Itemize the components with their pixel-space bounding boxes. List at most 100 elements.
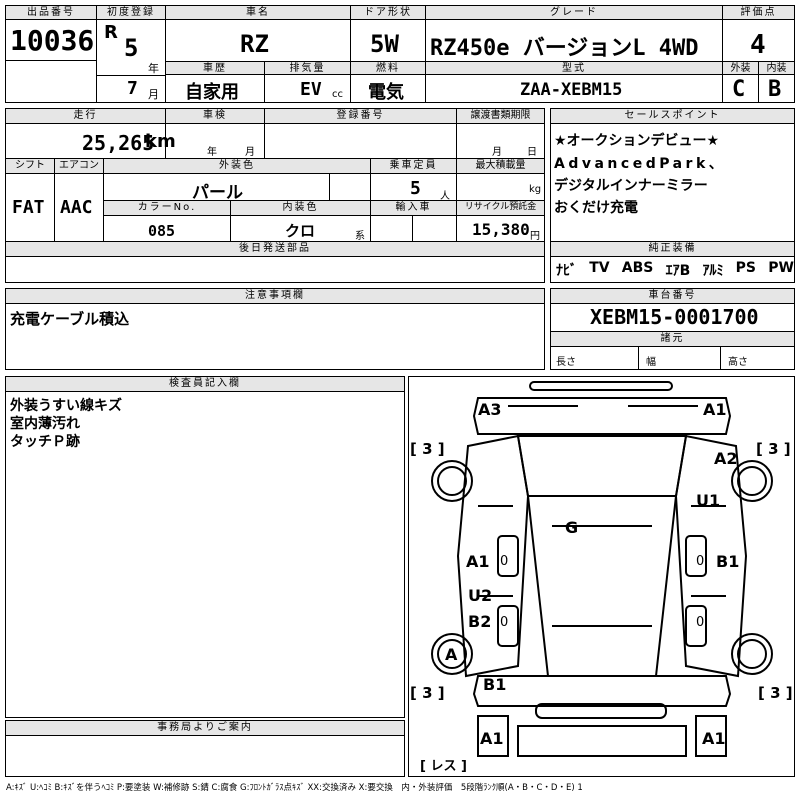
mileage: 25,265 [82, 131, 155, 155]
dims-label: 諸元 [550, 331, 795, 347]
sales-line: デジタルインナーミラー [554, 178, 708, 194]
yen-unit: 円 [530, 231, 540, 242]
interior-label: 内装 [758, 61, 795, 75]
recycle-fee: 15,380 [472, 220, 530, 239]
reg-year: 5 [124, 34, 139, 62]
cc-unit: cc [332, 89, 343, 100]
damage-mark: U1 [696, 491, 720, 510]
equipment-item: PS [735, 260, 757, 276]
load-label: 最大積載量 [456, 158, 545, 174]
equipment-label: 純正装備 [550, 241, 795, 257]
notes-label: 注意事項欄 [5, 288, 545, 304]
reg-month: 7 [127, 78, 138, 99]
inspection-label: 車検 [165, 108, 265, 124]
color-no: 085 [148, 222, 176, 240]
damage-mark: B2 [468, 612, 491, 631]
damage-mark: A2 [714, 449, 738, 468]
height-label: 高さ [728, 357, 748, 368]
tire-depth: [ 3 ] [410, 440, 445, 458]
history: 自家用 [185, 82, 239, 103]
model-code: ZAA-XEBM15 [520, 80, 623, 100]
grade: RZ450e バージョンL 4WD [430, 36, 699, 61]
length-label: 長さ [556, 357, 576, 368]
recycle-label: リサイクル預託金 [456, 200, 545, 216]
tire-depth: [ 3 ] [756, 440, 791, 458]
score: 4 [750, 30, 766, 60]
fuel: 電気 [368, 82, 404, 103]
equipment-item: PW [768, 260, 794, 276]
exterior-label: 外装 [722, 61, 759, 75]
equipment-item: ｱﾙﾐ [702, 263, 724, 279]
spare-tire: [ レス ] [420, 759, 467, 774]
first-reg-label: 初度登録 [96, 5, 166, 20]
car-outline: A3 A1 A2 U1 G A1 B1 U2 B2 A B1 A1 A1 [ 3… [410, 381, 793, 774]
transfer-label: 譲渡書類期限 [456, 108, 545, 124]
mileage-label: 走行 [5, 108, 166, 124]
car-name: RZ [240, 30, 269, 58]
damage-mark: A [445, 645, 458, 664]
ac-label: エアコン [54, 158, 104, 174]
zero-mark: 0 [500, 615, 508, 630]
insp-month-unit: 月 [245, 147, 255, 158]
reg-no-label: 登録番号 [264, 108, 457, 124]
sales-label: セールスポイント [550, 108, 795, 124]
damage-mark: A1 [702, 729, 726, 748]
tire-depth: [ 3 ] [758, 684, 793, 702]
kei-unit: 系 [355, 231, 365, 242]
shift-label: シフト [5, 158, 55, 174]
capacity: 5 [410, 178, 421, 199]
ext-color-label: 外装色 [103, 158, 371, 174]
insp-year-unit: 年 [207, 147, 217, 158]
exterior-grade: C [732, 77, 746, 102]
score-label: 評価点 [722, 5, 795, 20]
sales-line: ★オークションデビュー★ [554, 133, 720, 149]
history-label: 車歴 [165, 61, 265, 75]
ac: AAC [60, 197, 93, 218]
shift: FAT [12, 197, 45, 218]
damage-mark: A1 [703, 400, 727, 419]
capacity-label: 乗車定員 [370, 158, 457, 174]
lot-number: 10036 [10, 24, 95, 57]
damage-mark: U2 [468, 586, 492, 605]
chassis-label: 車台番号 [550, 288, 795, 304]
equipment-item: ﾅﾋﾞ [556, 263, 577, 279]
width-label: 幅 [646, 357, 656, 368]
month-unit: 月 [148, 88, 159, 101]
damage-mark: A3 [478, 400, 502, 419]
inspector-line: 外装うすい線キズ [10, 398, 122, 414]
sales-line: おくだけ充電 [554, 200, 638, 216]
year-unit: 年 [148, 62, 159, 75]
equipment-list: ﾅﾋﾞ TV ABS ｴｱB ｱﾙﾐ PS PW [556, 260, 794, 280]
int-color-label: 内装色 [230, 200, 371, 216]
inspector-label: 検査員記入欄 [5, 376, 405, 392]
equipment-item: ABS [621, 260, 654, 276]
notes-text: 充電ケーブル積込 [10, 310, 130, 328]
equipment-item: TV [589, 260, 610, 276]
inspector-line: 室内薄汚れ [10, 416, 80, 432]
int-color: クロ [285, 222, 316, 240]
later-parts-label: 後日発送部品 [5, 241, 545, 257]
km-unit: km [145, 131, 176, 152]
tire-depth: [ 3 ] [410, 684, 445, 702]
door-label: ドア形状 [350, 5, 426, 20]
damage-mark: A1 [480, 729, 504, 748]
model-label: 型式 [425, 61, 723, 75]
displacement-label: 排気量 [264, 61, 351, 75]
color-no-label: カラーNo. [103, 200, 231, 216]
office-label: 事務局よりご案内 [5, 720, 405, 736]
fuel-label: 燃料 [350, 61, 426, 75]
zero-mark: 0 [696, 615, 704, 630]
damage-mark: B1 [716, 552, 739, 571]
kg-unit: kg [529, 184, 542, 195]
tr-month-unit: 月 [492, 147, 502, 158]
era: R [104, 22, 118, 43]
inspector-line: タッチＰ跡 [10, 434, 80, 450]
damage-mark: G [565, 518, 578, 537]
damage-mark: B1 [483, 675, 506, 694]
tr-day-unit: 日 [527, 147, 537, 158]
legend: A:ｷｽﾞ U:ﾍｺﾐ B:ｷｽﾞを伴うﾍｺﾐ P:要塗装 W:補修跡 S:錆 … [6, 783, 583, 793]
zero-mark: 0 [696, 554, 704, 569]
damage-mark: A1 [466, 552, 490, 571]
car-name-label: 車名 [165, 5, 351, 20]
door-type: 5W [370, 30, 399, 58]
